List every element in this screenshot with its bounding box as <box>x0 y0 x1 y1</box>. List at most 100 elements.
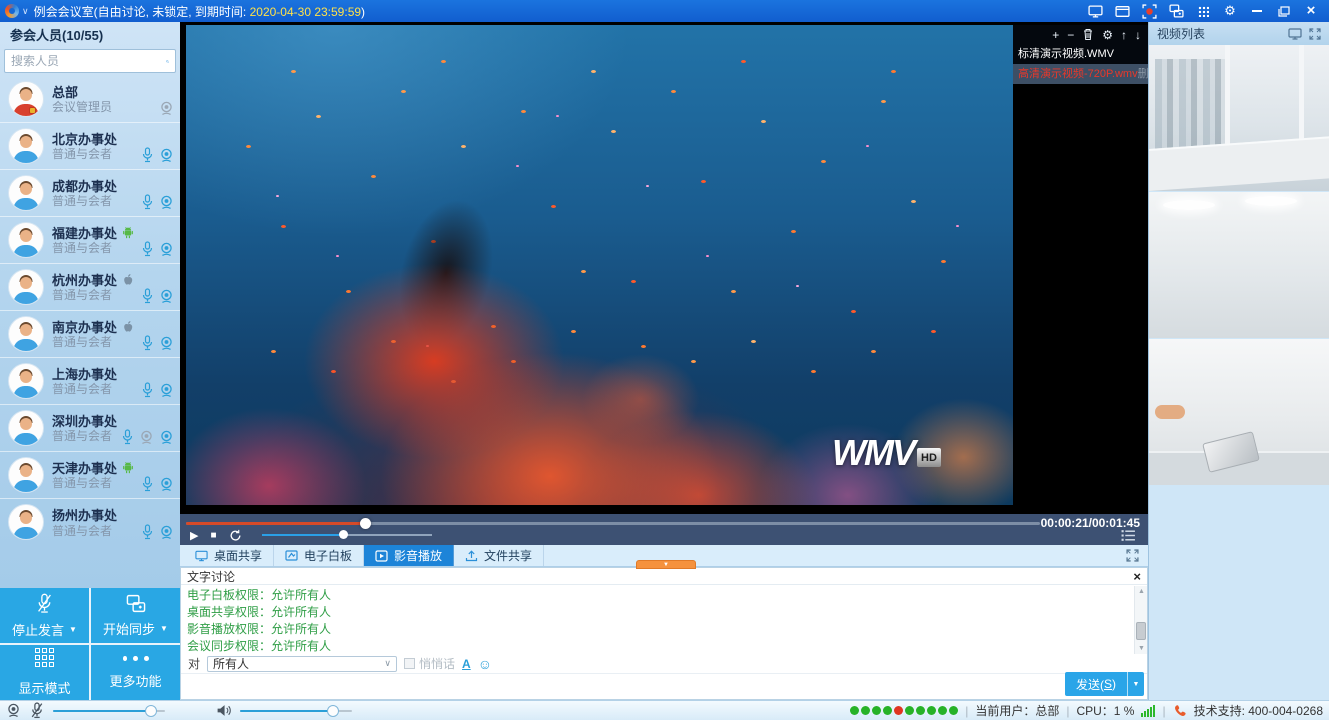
record-icon[interactable] <box>1141 3 1157 19</box>
chat-close-icon[interactable]: × <box>1133 570 1141 583</box>
mic-muted-icon[interactable] <box>30 702 44 719</box>
speaker-volume-knob[interactable] <box>327 705 339 717</box>
minimize-button[interactable] <box>1249 3 1265 19</box>
mic-volume-knob[interactable] <box>145 705 157 717</box>
mic-icon[interactable] <box>141 241 154 257</box>
panel-expand-icon[interactable] <box>1309 28 1321 40</box>
display-mode-button[interactable]: 显示模式 <box>0 645 89 700</box>
close-button[interactable]: × <box>1303 3 1319 19</box>
speaker-icon[interactable] <box>216 704 231 717</box>
maximize-button[interactable] <box>1276 3 1292 19</box>
participant-row[interactable]: 杭州办事处 普通与会者 <box>0 264 180 311</box>
mic-icon[interactable] <box>141 147 154 163</box>
mic-volume-slider[interactable] <box>53 710 165 712</box>
playing-video[interactable]: WMV HD <box>186 25 1013 505</box>
participant-search[interactable] <box>4 49 176 73</box>
video-layout-icon[interactable] <box>1288 28 1302 40</box>
playlist-add-icon[interactable]: + <box>1052 28 1059 42</box>
camera-status-icon[interactable] <box>6 703 21 718</box>
camera-icon[interactable] <box>159 101 174 116</box>
replay-button[interactable] <box>229 529 242 542</box>
participant-row[interactable]: 深圳办事处 普通与会者 <box>0 405 180 452</box>
camera-icon[interactable] <box>159 383 174 398</box>
participant-row[interactable]: 天津办事处 普通与会者 <box>0 452 180 499</box>
send-options-arrow[interactable]: ▼ <box>1127 672 1144 696</box>
camera-icon[interactable] <box>159 525 174 540</box>
participant-row[interactable]: 扬州办事处 普通与会者 <box>0 499 180 546</box>
layout-grid-icon[interactable] <box>1195 3 1211 19</box>
camera-icon[interactable] <box>159 289 174 304</box>
android-icon <box>122 226 134 239</box>
camera-icon[interactable] <box>159 195 174 210</box>
mic-icon[interactable] <box>141 194 154 210</box>
whisper-checkbox[interactable]: 悄悄话 <box>404 655 455 672</box>
checkbox-icon[interactable] <box>404 658 415 669</box>
playlist-item-active[interactable]: 高清演示视频-720P.wmv 删除 <box>1013 64 1148 84</box>
camera-icon[interactable] <box>159 336 174 351</box>
chat-input-area[interactable]: 发送(S) ▼ <box>181 674 1147 699</box>
participant-row[interactable]: 北京办事处 普通与会者 <box>0 123 180 170</box>
camera-icon[interactable] <box>159 242 174 257</box>
stop-speaking-button[interactable]: 停止发言▼ <box>0 588 89 643</box>
dropdown-arrow-icon[interactable]: ▼ <box>69 625 77 634</box>
playlist-item-delete-link[interactable]: 删除 <box>1138 64 1148 84</box>
mic-icon[interactable] <box>141 288 154 304</box>
more-features-button[interactable]: 更多功能 <box>91 645 180 700</box>
camera-icon[interactable] <box>159 148 174 163</box>
screen-sync-icon[interactable] <box>1168 3 1184 19</box>
mic-icon[interactable] <box>141 476 154 492</box>
participant-row[interactable]: 南京办事处 普通与会者 <box>0 311 180 358</box>
window-mode-icon[interactable] <box>1114 3 1130 19</box>
camera-icon[interactable] <box>159 477 174 492</box>
playlist-remove-icon[interactable]: − <box>1067 28 1074 42</box>
scroll-up-icon[interactable]: ▲ <box>1135 586 1148 597</box>
stop-button[interactable]: ■ <box>210 530 216 541</box>
tab-desktop-share[interactable]: 桌面共享 <box>184 545 274 566</box>
participant-row[interactable]: 福建办事处 普通与会者 <box>0 217 180 264</box>
participant-role: 会议管理员 <box>52 98 112 115</box>
chat-scrollbar[interactable]: ▲ ▼ <box>1134 586 1147 654</box>
volume-handle[interactable] <box>339 530 348 539</box>
desktop-share-icon[interactable] <box>1087 3 1103 19</box>
video-thumbnail[interactable] <box>1149 45 1329 191</box>
participant-row[interactable]: 总部 会议管理员 <box>0 76 180 123</box>
camera-icon[interactable] <box>159 430 174 445</box>
search-icon[interactable] <box>166 54 169 69</box>
playlist-move-down-icon[interactable]: ↓ <box>1135 28 1141 42</box>
mic-icon[interactable] <box>141 524 154 540</box>
camera-disabled-icon[interactable] <box>139 430 154 445</box>
scroll-thumb[interactable] <box>1136 622 1146 640</box>
tab-media-play[interactable]: 影音播放 <box>364 545 454 566</box>
volume-slider[interactable] <box>262 534 432 536</box>
fullscreen-icon[interactable] <box>1126 549 1139 562</box>
dropdown-arrow-icon[interactable]: ▼ <box>160 624 168 633</box>
start-sync-button[interactable]: 开始同步▼ <box>91 588 180 643</box>
participant-row[interactable]: 成都办事处 普通与会者 <box>0 170 180 217</box>
title-chevron-down-icon[interactable]: ∨ <box>22 6 29 17</box>
scroll-down-icon[interactable]: ▼ <box>1135 643 1148 654</box>
playlist-toggle-icon[interactable] <box>1121 529 1136 542</box>
playlist-item[interactable]: 标清演示视频.WMV <box>1013 44 1148 64</box>
play-button[interactable]: ▶ <box>190 529 198 542</box>
search-input[interactable] <box>11 54 166 68</box>
mic-icon[interactable] <box>141 382 154 398</box>
playlist-move-up-icon[interactable]: ↑ <box>1121 28 1127 42</box>
tab-whiteboard[interactable]: 电子白板 <box>274 545 364 566</box>
video-thumbnail[interactable] <box>1149 339 1329 485</box>
chat-collapse-handle[interactable]: ▼ <box>636 560 696 569</box>
playlist-settings-icon[interactable]: ⚙ <box>1102 28 1113 42</box>
playback-time: 00:00:21/00:01:45 <box>1041 516 1140 530</box>
send-button[interactable]: 发送(S) ▼ <box>1065 672 1144 696</box>
font-color-button[interactable]: A <box>462 657 471 671</box>
emoticon-button[interactable]: ☺ <box>478 656 492 672</box>
tab-file-share[interactable]: 文件共享 <box>454 545 544 566</box>
participant-row[interactable]: 上海办事处 普通与会者 <box>0 358 180 405</box>
speaker-volume-slider[interactable] <box>240 710 352 712</box>
playlist-delete-icon[interactable] <box>1082 28 1094 41</box>
mic-icon[interactable] <box>141 335 154 351</box>
seek-bar[interactable] <box>186 522 1040 525</box>
recipient-select[interactable]: 所有人∨ <box>207 656 397 672</box>
mic-icon[interactable] <box>121 429 134 445</box>
settings-gear-icon[interactable]: ⚙ <box>1222 3 1238 19</box>
video-thumbnail[interactable] <box>1149 192 1329 338</box>
